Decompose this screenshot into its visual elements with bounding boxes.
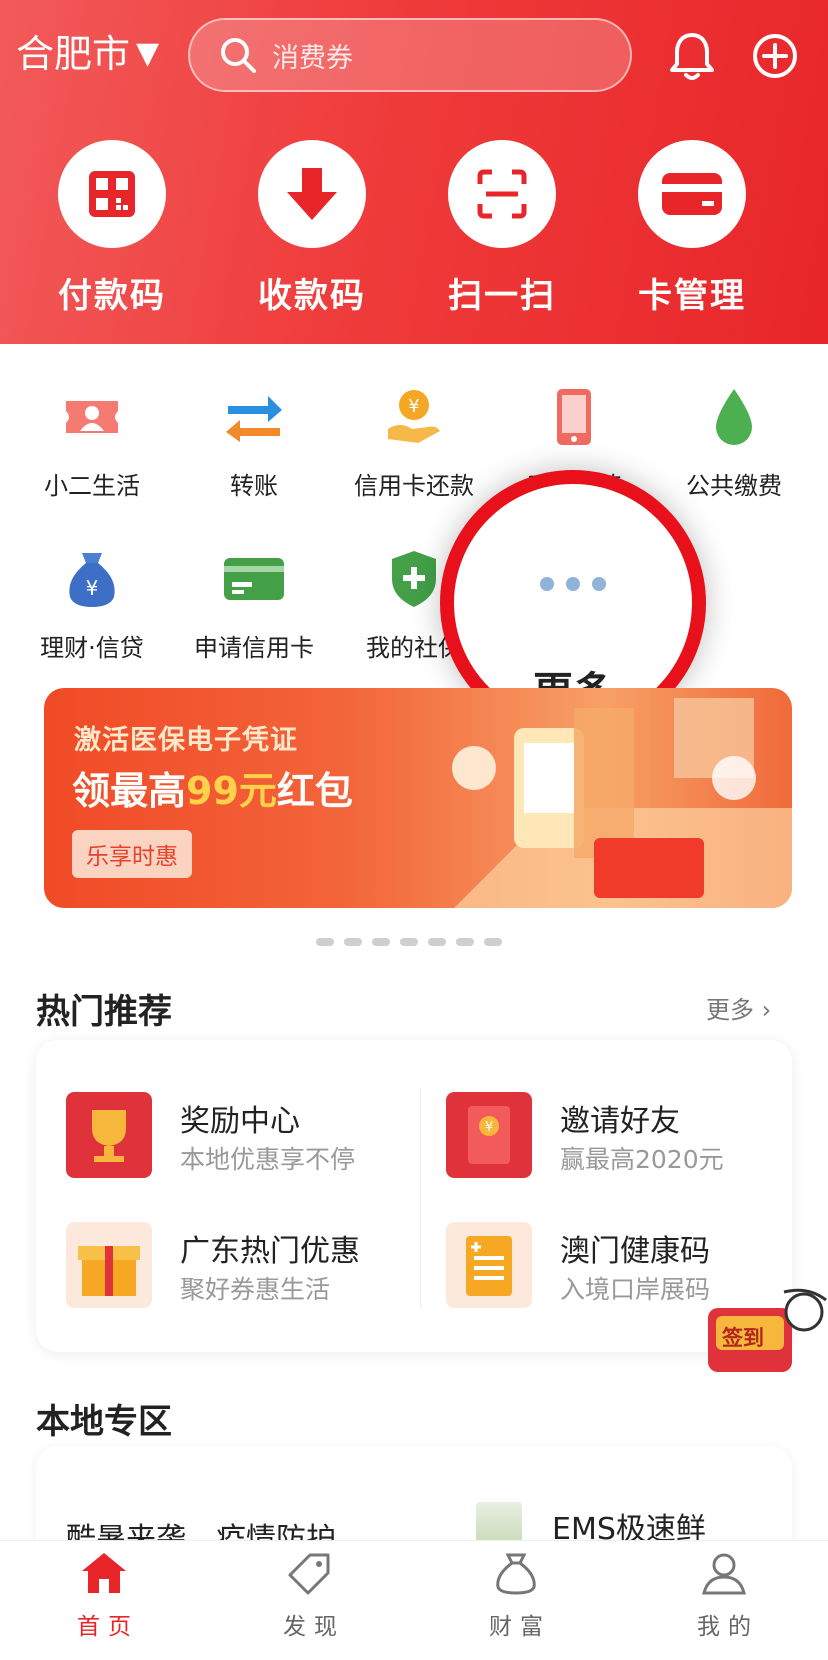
transfer-icon	[219, 382, 289, 452]
shield-plus-icon	[379, 544, 449, 614]
tab-label: 我的	[697, 1614, 759, 1640]
banner-line1: 激活医保电子凭证	[74, 725, 298, 756]
top-bar: 合肥市 ▼ 消费券	[0, 0, 828, 110]
quick-label: 付款码	[58, 276, 166, 316]
signin-label: 签到	[722, 1326, 764, 1350]
plus-circle-icon[interactable]	[752, 33, 798, 79]
money-bag-icon: ¥	[57, 544, 127, 614]
green-card-icon	[219, 544, 289, 614]
rec-title: 邀请好友	[560, 1104, 680, 1139]
banner-pager	[316, 938, 512, 946]
search-placeholder: 消费券	[272, 42, 353, 74]
promo-banner[interactable]: 激活医保电子凭证 领最高99元红包 乐享时惠	[44, 688, 792, 908]
quick-label: 扫一扫	[448, 276, 556, 316]
ticket-icon	[57, 382, 127, 452]
hot-card: 奖励中心 本地优惠享不停 ¥ 邀请好友 赢最高2020元 广东热门优惠 聚好券惠…	[36, 1040, 792, 1352]
city-label: 合肥市	[16, 32, 131, 76]
service-public-payment[interactable]: 公共缴费	[654, 382, 814, 501]
bottom-tab-bar: 首页 发现 财富 我的	[0, 1540, 828, 1660]
service-credit-repay[interactable]: ¥ 信用卡还款	[334, 382, 494, 501]
pager-dot	[372, 938, 390, 946]
tab-wealth[interactable]: 财富	[456, 1549, 576, 1641]
search-bar[interactable]: 消费券	[188, 18, 632, 92]
banner-suffix: 红包	[276, 769, 353, 813]
tab-label: 财富	[489, 1614, 551, 1640]
rec-title: 澳门健康码	[560, 1234, 710, 1269]
quick-label: 卡管理	[638, 276, 746, 316]
quick-pay-code[interactable]: 付款码	[12, 140, 212, 317]
service-label: 申请信用卡	[194, 634, 314, 662]
down-arrow-icon	[258, 140, 366, 248]
rec-sub: 聚好券惠生活	[180, 1275, 331, 1304]
banner-prefix: 领最高	[72, 769, 187, 813]
red-envelope-icon: ¥	[446, 1092, 532, 1178]
phone-icon	[539, 382, 609, 452]
svg-text:¥: ¥	[86, 576, 99, 600]
service-xiaoer-life[interactable]: 小二生活	[12, 382, 172, 501]
svg-text:¥: ¥	[485, 1120, 493, 1135]
search-icon	[221, 38, 256, 73]
tab-discover[interactable]: 发现	[250, 1549, 370, 1641]
dropdown-arrow-icon: ▼	[136, 36, 160, 71]
rec-guangdong-deals[interactable]: 广东热门优惠 聚好券惠生活	[66, 1222, 426, 1312]
scan-icon	[448, 140, 556, 248]
card-icon	[638, 140, 746, 248]
quick-card-manage[interactable]: 卡管理	[592, 140, 792, 317]
quick-label: 收款码	[258, 276, 366, 316]
banner-illustration	[452, 698, 792, 908]
pager-dot	[316, 938, 334, 946]
wealth-bag-icon	[496, 1553, 536, 1595]
header: 合肥市 ▼ 消费券 付款码 收款码 扫一扫 卡管理	[0, 0, 828, 344]
service-wealth-loan[interactable]: ¥ 理财·信贷	[12, 544, 172, 663]
rec-invite-friends[interactable]: ¥ 邀请好友 赢最高2020元	[446, 1092, 806, 1182]
pager-dot	[344, 938, 362, 946]
hot-title: 热门推荐	[36, 992, 172, 1032]
tab-label: 发现	[283, 1614, 345, 1640]
pager-dot	[428, 938, 446, 946]
banner-highlight: 99元	[186, 769, 277, 813]
document-icon	[446, 1222, 532, 1308]
rec-reward-center[interactable]: 奖励中心 本地优惠享不停	[66, 1092, 426, 1182]
pager-dot	[456, 938, 474, 946]
city-selector[interactable]: 合肥市 ▼	[16, 28, 159, 80]
service-apply-credit-card[interactable]: 申请信用卡	[174, 544, 334, 663]
service-label: 转账	[230, 472, 278, 500]
banner-line2: 领最高99元红包	[72, 760, 353, 815]
tab-home[interactable]: 首页	[44, 1549, 164, 1641]
rec-sub: 赢最高2020元	[560, 1145, 724, 1174]
service-label: 公共缴费	[686, 472, 782, 500]
tab-mine[interactable]: 我的	[664, 1549, 784, 1641]
gift-icon	[66, 1222, 152, 1308]
rec-sub: 本地优惠享不停	[180, 1145, 356, 1174]
local-title: 本地专区	[36, 1402, 172, 1442]
pager-dot	[400, 938, 418, 946]
rec-title: 广东热门优惠	[180, 1234, 360, 1269]
coin-hand-icon: ¥	[379, 382, 449, 452]
signin-float-button[interactable]: 签到	[708, 1288, 828, 1378]
pager-dot	[484, 938, 502, 946]
rec-title: 奖励中心	[180, 1104, 300, 1139]
service-label: 小二生活	[44, 472, 140, 500]
service-label: 理财·信贷	[40, 634, 144, 662]
home-icon	[82, 1553, 126, 1593]
quick-receive-code[interactable]: 收款码	[212, 140, 412, 317]
service-label: 信用卡还款	[354, 472, 474, 500]
rec-sub: 入境口岸展码	[560, 1275, 711, 1304]
qr-code-icon	[58, 140, 166, 248]
svg-text:¥: ¥	[408, 396, 419, 417]
tab-label: 首页	[77, 1614, 139, 1640]
user-icon	[702, 1553, 746, 1595]
trophy-icon	[66, 1092, 152, 1178]
service-transfer[interactable]: 转账	[174, 382, 334, 501]
bell-icon[interactable]	[668, 30, 716, 82]
quick-scan[interactable]: 扫一扫	[402, 140, 602, 317]
hot-more-link[interactable]: 更多 ›	[706, 990, 771, 1025]
banner-button[interactable]: 乐享时惠	[72, 830, 192, 878]
tag-icon	[288, 1553, 330, 1595]
drop-icon	[699, 382, 769, 452]
more-dots-icon	[454, 576, 692, 595]
